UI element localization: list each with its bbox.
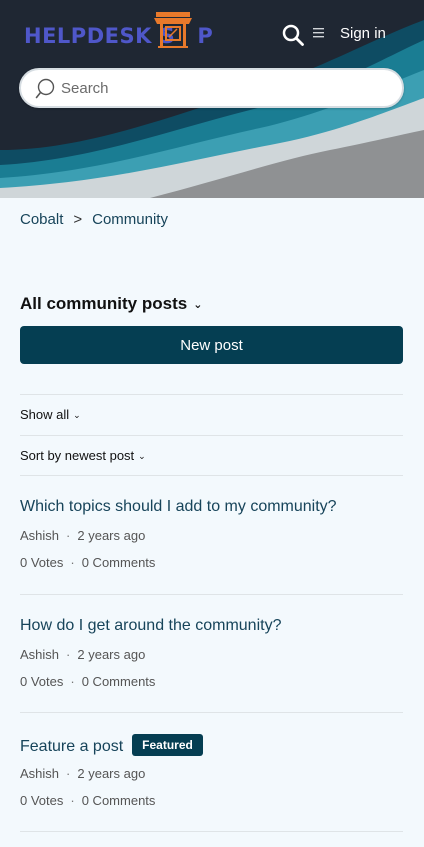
post-meta: Ashish · 2 years ago — [20, 647, 403, 662]
search-input[interactable] — [61, 76, 381, 100]
sort-filter-label: Sort by newest post — [20, 448, 135, 463]
show-all-filter[interactable]: Show all ⌄ — [20, 407, 81, 422]
divider — [20, 831, 403, 832]
breadcrumb-item-cobalt[interactable]: Cobalt — [20, 211, 63, 228]
post-votes: 0 Votes — [20, 674, 64, 689]
post-author: Ashish — [20, 528, 60, 543]
search-icon[interactable] — [282, 24, 304, 46]
chevron-down-icon: ⌄ — [73, 410, 81, 420]
meta-separator: · — [66, 647, 71, 662]
chevron-down-icon: ⌄ — [138, 451, 146, 461]
divider — [20, 712, 403, 713]
post-title-link[interactable]: How do I get around the community? — [20, 617, 281, 635]
post-time: 2 years ago — [77, 647, 146, 662]
breadcrumb-separator: > — [73, 211, 83, 228]
post-title-link[interactable]: Feature a post — [20, 738, 123, 756]
post-comments: 0 Comments — [81, 674, 156, 689]
post-time: 2 years ago — [77, 766, 146, 781]
search-input-icon — [35, 78, 55, 99]
post-time: 2 years ago — [77, 528, 146, 543]
show-filter-label: Show all — [20, 407, 70, 422]
featured-badge: Featured — [132, 734, 203, 756]
post-stats: 0 Votes · 0 Comments — [20, 555, 403, 570]
post-comments: 0 Comments — [81, 793, 156, 808]
post-meta: Ashish · 2 years ago — [20, 766, 403, 781]
post-meta: Ashish · 2 years ago — [20, 528, 403, 543]
post-author: Ashish — [20, 647, 60, 662]
meta-separator: · — [66, 766, 71, 781]
post-stats: 0 Votes · 0 Comments — [20, 793, 403, 808]
shop-icon — [154, 12, 192, 48]
meta-separator: · — [70, 674, 75, 689]
post-author: Ashish — [20, 766, 60, 781]
breadcrumb: Cobalt > Community — [20, 211, 168, 228]
divider — [20, 475, 403, 476]
divider — [20, 594, 403, 595]
page-title: All community posts — [20, 294, 188, 313]
list-item: Which topics should I add to my communit… — [20, 498, 403, 570]
meta-separator: · — [70, 555, 75, 570]
post-comments: 0 Comments — [81, 555, 156, 570]
meta-separator: · — [70, 793, 75, 808]
helpdesk-shop-logo[interactable]: HELPDESK SP — [24, 10, 224, 54]
meta-separator: · — [66, 528, 71, 543]
posts-filter-heading[interactable]: All community posts ⌄ — [20, 294, 202, 314]
hero-banner: HELPDESK SP Sign in — [0, 0, 424, 198]
divider — [20, 435, 403, 436]
menu-icon[interactable] — [312, 27, 326, 39]
post-stats: 0 Votes · 0 Comments — [20, 674, 403, 689]
post-votes: 0 Votes — [20, 793, 64, 808]
list-item: Feature a post Featured Ashish · 2 years ag… — [20, 734, 403, 808]
divider — [20, 394, 403, 395]
sign-in-link[interactable]: Sign in — [340, 25, 386, 42]
chevron-down-icon: ⌄ — [193, 299, 203, 311]
list-item: How do I get around the community? Ashis… — [20, 617, 403, 689]
post-title-link[interactable]: Which topics should I add to my communit… — [20, 498, 337, 516]
post-votes: 0 Votes — [20, 555, 64, 570]
sort-filter[interactable]: Sort by newest post ⌄ — [20, 448, 146, 463]
breadcrumb-item-community[interactable]: Community — [92, 211, 168, 228]
new-post-button[interactable]: New post — [20, 326, 403, 364]
search-field[interactable] — [19, 68, 404, 108]
